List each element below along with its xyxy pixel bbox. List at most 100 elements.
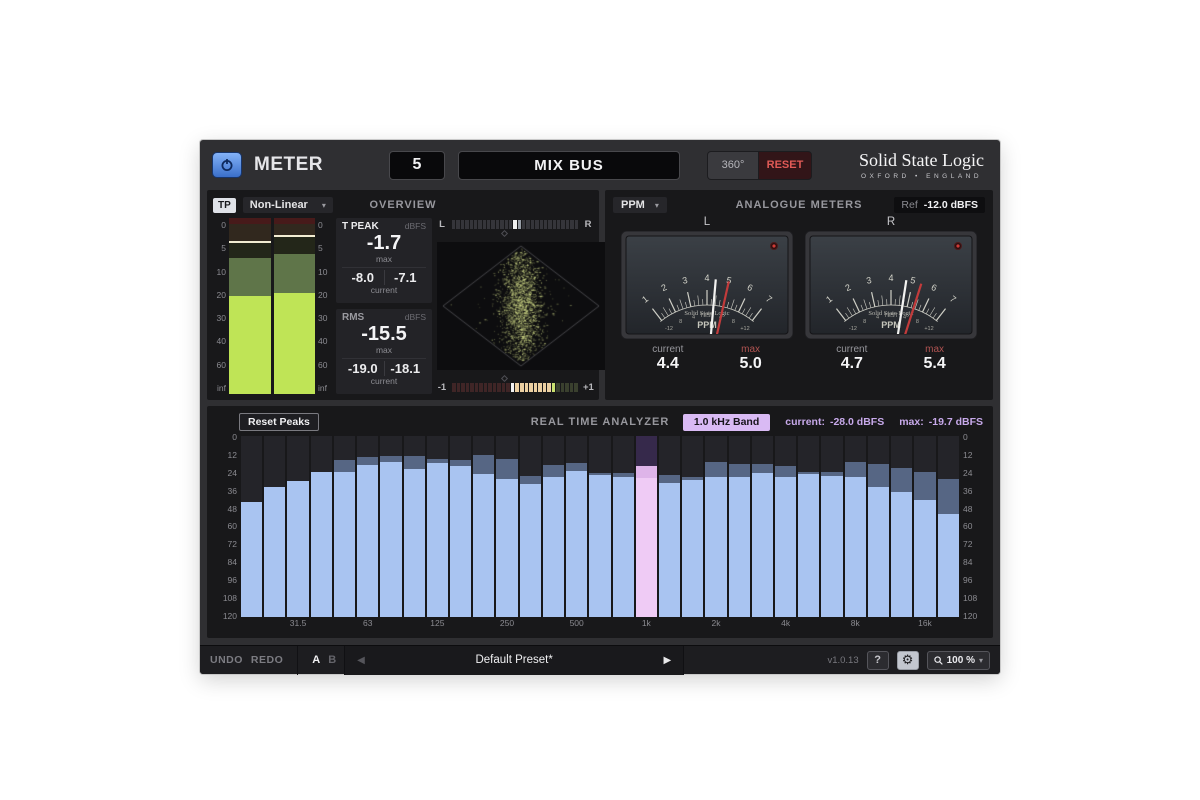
- rta-bar: [729, 477, 750, 617]
- rta-bar: [520, 484, 541, 617]
- balance-meter: [452, 220, 578, 229]
- undo-button[interactable]: UNDO: [210, 654, 243, 666]
- balance-segment: [531, 220, 534, 229]
- balance-segment: [470, 220, 473, 229]
- rta-y-axis-left: 01224364860728496108120: [217, 432, 237, 621]
- rta-band-column[interactable]: [938, 436, 959, 617]
- rta-bar: [845, 477, 866, 617]
- rta-bar: [705, 477, 726, 617]
- correlation-segment: [574, 383, 578, 392]
- rta-band-column[interactable]: [613, 436, 634, 617]
- correlation-segment: [529, 383, 533, 392]
- rms-bar: [229, 296, 271, 394]
- rta-peak-cap: [938, 479, 959, 514]
- rta-y-tick: 48: [963, 504, 983, 514]
- previous-preset-button[interactable]: ◀: [357, 655, 365, 666]
- post-peak-zone: [229, 242, 271, 258]
- rta-peak-cap: [914, 472, 935, 500]
- svg-text:PPM: PPM: [697, 320, 717, 330]
- overview-title: OVERVIEW: [213, 199, 593, 211]
- rta-band-column[interactable]: [404, 436, 425, 617]
- rms-current-right: -18.1: [384, 361, 427, 376]
- track-name-box[interactable]: MIX BUS: [458, 151, 680, 180]
- rta-band-column[interactable]: [380, 436, 401, 617]
- zoom-control[interactable]: 100 % ▾: [927, 651, 990, 670]
- rta-y-tick: 120: [217, 611, 237, 621]
- preset-name[interactable]: Default Preset*: [373, 654, 656, 666]
- help-button[interactable]: ?: [867, 651, 889, 670]
- goniometer-display: [437, 232, 593, 380]
- rta-band-column[interactable]: [798, 436, 819, 617]
- rta-y-tick: 24: [963, 468, 983, 478]
- rta-band-column[interactable]: [427, 436, 448, 617]
- rta-band-column[interactable]: [264, 436, 285, 617]
- redo-button[interactable]: REDO: [251, 654, 283, 666]
- rta-x-tick: 500: [566, 618, 587, 631]
- rta-band-column[interactable]: [752, 436, 773, 617]
- analogue-max-value: 5.0: [739, 355, 761, 372]
- balance-segment: [478, 220, 481, 229]
- 360-button[interactable]: 360°: [708, 152, 758, 179]
- rta-band-column[interactable]: [589, 436, 610, 617]
- correlation-segment: [488, 383, 492, 392]
- correlation-segment: [497, 383, 501, 392]
- rta-band-column[interactable]: [496, 436, 517, 617]
- analogue-panel-header: PPM ▾ ANALOGUE METERS Ref -12.0 dBFS: [613, 195, 985, 215]
- rta-band-column[interactable]: [473, 436, 494, 617]
- rta-band-column[interactable]: [705, 436, 726, 617]
- level-scale-label: 10: [213, 267, 226, 277]
- rta-band-column[interactable]: [287, 436, 308, 617]
- peak-hold-line: [229, 241, 271, 243]
- rta-x-tick-empty: [589, 618, 610, 631]
- svg-text:+12: +12: [740, 326, 749, 332]
- next-preset-button[interactable]: ▶: [663, 655, 671, 666]
- balance-segment: [500, 220, 503, 229]
- rta-band-column[interactable]: [566, 436, 587, 617]
- tpeak-max-value: -1.7: [342, 232, 426, 254]
- rta-band-column[interactable]: [334, 436, 355, 617]
- header-bar: METER 5 MIX BUS 360° RESET Solid State L…: [200, 140, 1000, 190]
- rta-band-column[interactable]: [450, 436, 471, 617]
- rta-band-column[interactable]: [682, 436, 703, 617]
- reset-button[interactable]: RESET: [759, 152, 811, 179]
- rta-band-column[interactable]: [914, 436, 935, 617]
- rta-x-tick-empty: [450, 618, 471, 631]
- rta-x-tick-empty: [798, 618, 819, 631]
- correlation-segment: [543, 383, 547, 392]
- power-button[interactable]: [212, 152, 242, 178]
- rta-x-tick-empty: [613, 618, 634, 631]
- balance-segment: [575, 220, 578, 229]
- rta-band-column[interactable]: [543, 436, 564, 617]
- correlation-segment: [552, 383, 556, 392]
- rta-band-column[interactable]: [311, 436, 332, 617]
- preset-slot-b-button[interactable]: B: [328, 654, 336, 666]
- rta-bar: [496, 479, 517, 617]
- rta-y-tick: 36: [963, 486, 983, 496]
- balance-segment: [456, 220, 459, 229]
- analogue-current-value: 4.7: [836, 355, 867, 372]
- rta-band-column[interactable]: [636, 436, 657, 617]
- balance-segment: [548, 220, 551, 229]
- rta-bar: [891, 492, 912, 617]
- rta-band-column[interactable]: [868, 436, 889, 617]
- instance-number-box[interactable]: 5: [389, 151, 445, 180]
- rta-band-column[interactable]: [241, 436, 262, 617]
- settings-button[interactable]: ⚙: [897, 651, 919, 670]
- tpeak-label: T PEAK: [342, 221, 379, 232]
- preset-slot-a-button[interactable]: A: [312, 654, 320, 666]
- rta-bar: [775, 477, 796, 617]
- rta-band-column[interactable]: [821, 436, 842, 617]
- rta-band-column[interactable]: [729, 436, 750, 617]
- rta-band-column[interactable]: [659, 436, 680, 617]
- rta-band-column[interactable]: [891, 436, 912, 617]
- balance-segment: [491, 220, 494, 229]
- rta-peak-cap: [729, 464, 750, 478]
- rta-band-column[interactable]: [357, 436, 378, 617]
- rta-x-tick-empty: [752, 618, 773, 631]
- rta-band-column[interactable]: [845, 436, 866, 617]
- balance-segment: [518, 220, 521, 229]
- rta-band-column[interactable]: [520, 436, 541, 617]
- plugin-title: METER: [254, 154, 323, 176]
- rta-band-column[interactable]: [775, 436, 796, 617]
- rta-x-tick-empty: [311, 618, 332, 631]
